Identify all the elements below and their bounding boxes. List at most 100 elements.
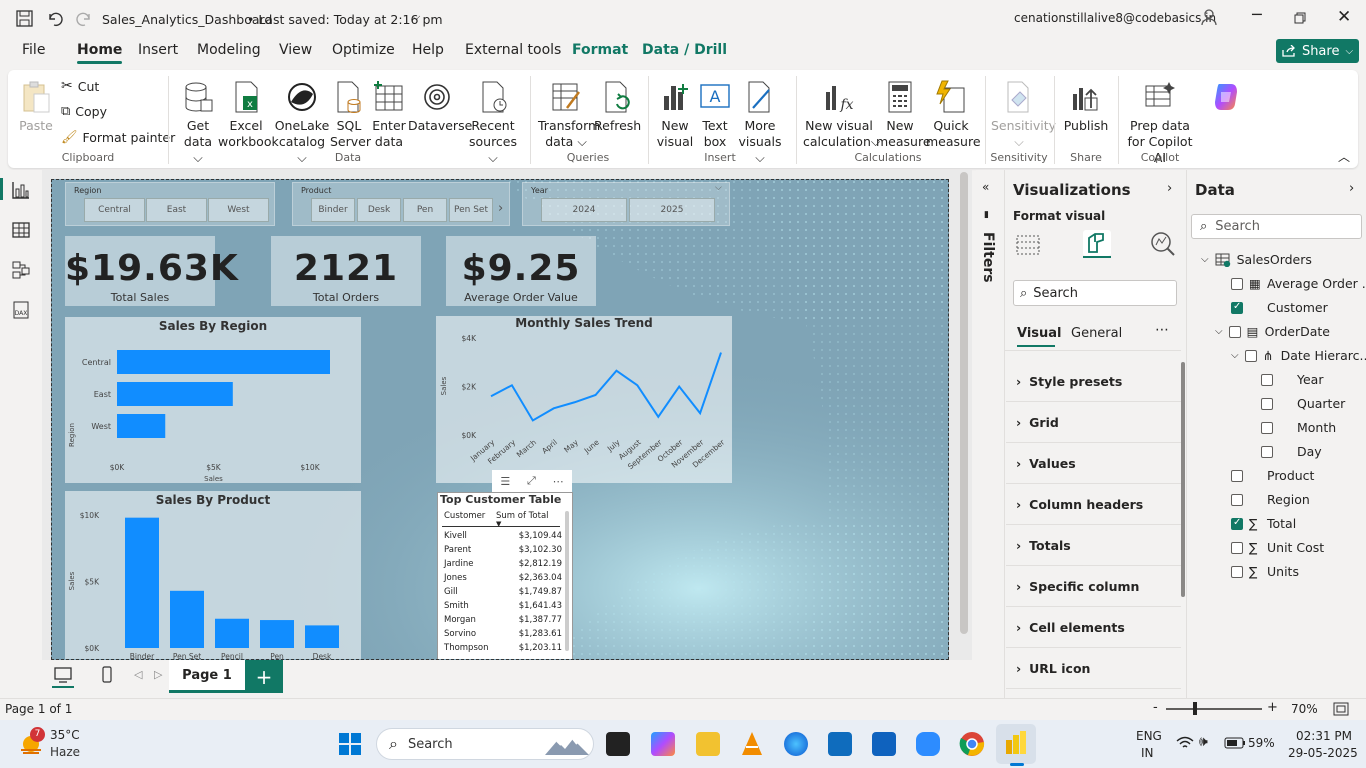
restore-icon[interactable] [1294, 12, 1306, 24]
table-node-salesorders[interactable]: ⌵ SalesOrders [1201, 252, 1312, 267]
fit-to-page-icon[interactable] [1333, 702, 1349, 716]
field-checkbox[interactable] [1231, 565, 1243, 578]
new-measure-button[interactable]: New measure [876, 80, 931, 150]
tab-visual[interactable]: Visual [1017, 326, 1062, 341]
slicer-option-pen[interactable]: Pen [403, 198, 447, 222]
wifi-icon[interactable] [1176, 736, 1194, 750]
taskbar-search[interactable]: ⌕ Search [376, 728, 594, 760]
field-month[interactable]: Month [1261, 420, 1336, 435]
clock-date[interactable]: 29-05-2025 [1288, 746, 1358, 760]
new-visual-button[interactable]: New visual [655, 80, 695, 150]
field-checkbox[interactable] [1261, 373, 1273, 386]
field-day[interactable]: Day [1261, 444, 1322, 459]
field-checkbox[interactable] [1231, 277, 1243, 290]
chevron-right-icon[interactable]: › [1167, 181, 1172, 196]
volume-icon[interactable]: 🕪 [1199, 734, 1208, 750]
field-checkbox[interactable] [1231, 493, 1243, 506]
menu-home[interactable]: Home [77, 42, 123, 64]
field-total[interactable]: ∑ Total [1231, 516, 1296, 531]
task-view-icon[interactable] [606, 732, 630, 756]
section-cell-elements[interactable]: › Cell elements [1006, 608, 1181, 648]
menu-external-tools[interactable]: External tools [465, 42, 561, 58]
product-slicer[interactable]: Product Binder Desk Pen Pen Set › [292, 182, 510, 226]
recent-sources-button[interactable]: Recent sources ⌵ [468, 80, 518, 166]
field-checkbox[interactable] [1231, 469, 1243, 482]
menu-data-drill[interactable]: Data / Drill [642, 42, 727, 58]
chevron-down-icon[interactable]: ⌵ [412, 10, 420, 24]
chevron-right-icon[interactable]: › [498, 201, 503, 216]
zoom-in-icon[interactable]: + [1267, 700, 1278, 715]
menu-view[interactable]: View [279, 42, 312, 58]
column-header-customer[interactable]: Customer [444, 511, 485, 521]
slicer-option-west[interactable]: West [208, 198, 269, 222]
sales-by-product-chart[interactable]: Sales By Product Sales $0K $5K $10K Binder Pe… [65, 491, 361, 659]
language-code[interactable]: ENG [1136, 729, 1162, 743]
desktop-layout-icon[interactable] [54, 667, 72, 683]
dax-query-view-icon[interactable]: DAX [11, 300, 31, 320]
new-visual-calculation-button[interactable]: fx New visual calculation⌵ [803, 80, 880, 150]
field-checkbox[interactable] [1231, 517, 1243, 530]
tab-general[interactable]: General [1071, 326, 1122, 341]
field-customer[interactable]: Customer [1231, 300, 1328, 315]
copy-button[interactable]: ⧉ Copy [61, 104, 107, 119]
pane-scrollbar[interactable] [1181, 362, 1185, 597]
chevron-left-icon[interactable]: « [982, 180, 989, 194]
table-scrollbar[interactable] [565, 511, 569, 651]
edge-icon[interactable] [784, 732, 808, 756]
zoom-slider[interactable] [1166, 708, 1262, 710]
battery-icon[interactable] [1224, 737, 1246, 749]
model-view-icon[interactable] [11, 260, 31, 280]
filters-pane-collapsed[interactable]: « ▮ Filters [976, 170, 1004, 698]
redo-icon[interactable] [76, 10, 93, 27]
store-icon[interactable] [828, 732, 852, 756]
field-region[interactable]: Region [1231, 492, 1310, 507]
table-row[interactable]: Gill $1,749.87 [438, 587, 562, 601]
menu-file[interactable]: File [22, 42, 45, 58]
zoom-app-icon[interactable] [916, 732, 940, 756]
sales-by-region-chart[interactable]: Sales By Region Region Central East West $0K… [65, 317, 361, 483]
slicer-option-desk[interactable]: Desk [357, 198, 401, 222]
field-units[interactable]: ∑ Units [1231, 564, 1299, 579]
table-row[interactable]: Jardine $2,812.19 [438, 559, 562, 573]
field-checkbox[interactable] [1244, 349, 1257, 362]
table-row[interactable]: Morgan $1,387.77 [438, 615, 562, 629]
field-unit-cost[interactable]: ∑ Unit Cost [1231, 540, 1324, 555]
table-view-icon[interactable] [11, 220, 31, 240]
excel-workbook-button[interactable]: x Excel workbook [218, 80, 279, 150]
zoom-slider-thumb[interactable] [1193, 702, 1197, 715]
slicer-option-2025[interactable]: 2025 [629, 198, 715, 222]
column-header-sum-of-total[interactable]: Sum of Total [496, 511, 549, 521]
field-checkbox[interactable] [1261, 421, 1273, 434]
chevron-down-icon[interactable]: ⌵ [715, 183, 722, 193]
sql-server-button[interactable]: SQL Server [330, 80, 371, 150]
chevron-right-icon[interactable]: ▷ [154, 668, 162, 681]
section-url-icon[interactable]: › URL icon [1006, 649, 1181, 689]
field-orderdate[interactable]: ⌵ ▤ OrderDate [1215, 324, 1330, 339]
build-visual-icon[interactable] [1015, 230, 1043, 258]
slicer-option-central[interactable]: Central [84, 198, 145, 222]
menu-modeling[interactable]: Modeling [197, 42, 261, 58]
table-row[interactable]: Parent $3,102.30 [438, 545, 562, 559]
focus-mode-icon[interactable]: ⤢ [527, 474, 536, 488]
vlc-icon[interactable] [740, 731, 764, 757]
undo-icon[interactable] [46, 10, 63, 27]
format-painter-button[interactable]: 🖌 Format painter [61, 130, 175, 145]
report-page[interactable]: Region Central East West Product Binder … [51, 179, 949, 660]
visual-search-input[interactable]: ⌕ Search [1013, 280, 1177, 306]
zoom-level[interactable]: 70% [1291, 702, 1318, 716]
canvas-scrollbar[interactable] [960, 172, 968, 634]
slicer-option-binder[interactable]: Binder [311, 198, 355, 222]
power-bi-icon[interactable] [1004, 730, 1028, 756]
field-checkbox[interactable] [1261, 445, 1273, 458]
monthly-sales-trend-chart[interactable]: Monthly Sales Trend Sales $0K $2K $4K Januar… [436, 316, 732, 483]
chevron-right-icon[interactable]: › [1349, 181, 1354, 196]
add-page-button[interactable]: + [245, 660, 283, 693]
paste-button[interactable]: Paste [18, 80, 54, 134]
top-customer-table[interactable]: Top Customer Table Customer Sum of Total… [437, 492, 573, 659]
field-average-order[interactable]: ▦ Average Order ... [1231, 276, 1366, 291]
section-specific-column[interactable]: › Specific column [1006, 567, 1181, 607]
user-email[interactable]: cenationstillalive8@codebasics.in [1014, 11, 1216, 25]
region-slicer[interactable]: Region Central East West [65, 182, 275, 226]
slicer-option-east[interactable]: East [146, 198, 207, 222]
slicer-option-2024[interactable]: 2024 [541, 198, 627, 222]
